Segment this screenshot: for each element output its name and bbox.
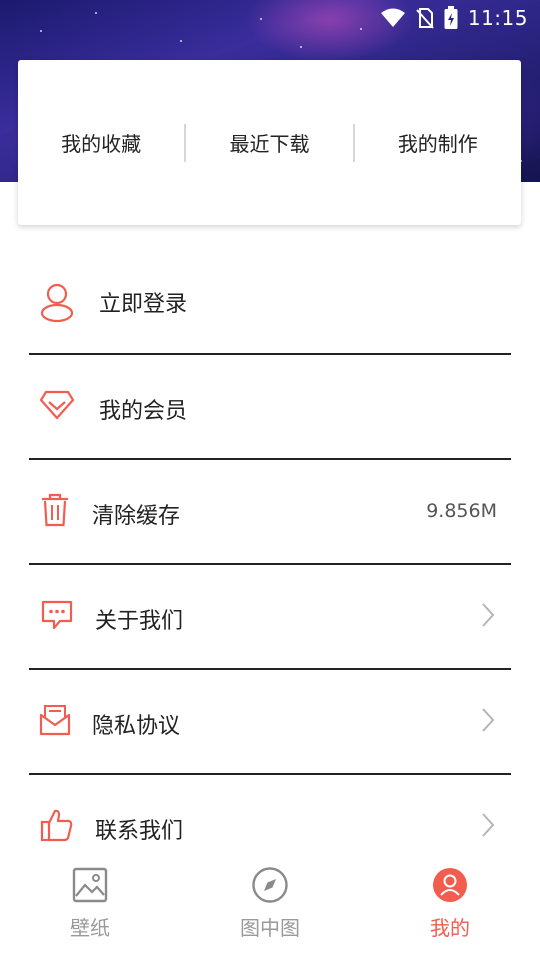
profile-icon	[431, 866, 469, 904]
diamond-icon	[39, 385, 75, 425]
user-icon	[39, 283, 75, 323]
menu-item-membership[interactable]: 我的会员	[29, 355, 511, 460]
cache-size: 9.856M	[426, 500, 497, 522]
tab-label: 我的	[430, 916, 470, 940]
chevron-right-icon	[482, 708, 495, 732]
tab-label: 壁纸	[70, 916, 110, 940]
tab-wallpaper[interactable]: 壁纸	[0, 856, 180, 960]
menu-item-clear-cache[interactable]: 清除缓存 9.856M	[29, 460, 511, 565]
envelope-icon	[37, 700, 73, 740]
no-sim-icon	[416, 8, 434, 29]
chevron-right-icon	[482, 603, 495, 627]
menu-item-login[interactable]: 立即登录	[29, 250, 511, 355]
trash-icon	[37, 490, 73, 530]
image-icon	[71, 866, 109, 904]
chevron-right-icon	[482, 813, 495, 837]
my-creations-button[interactable]: 我的制作	[355, 128, 521, 157]
tab-mine[interactable]: 我的	[360, 856, 540, 960]
tab-label: 图中图	[240, 916, 300, 940]
menu-item-label: 关于我们	[95, 609, 184, 634]
compass-icon	[251, 866, 289, 904]
menu-item-label: 我的会员	[99, 399, 188, 424]
menu-item-label: 联系我们	[95, 819, 184, 844]
my-favorites-button[interactable]: 我的收藏	[18, 128, 184, 157]
menu-item-label: 清除缓存	[92, 504, 181, 529]
status-bar: 11:15	[380, 4, 528, 32]
settings-menu: 立即登录 我的会员 清除缓存 9.856M 关于我们 隐私协议 联系我们	[29, 250, 511, 878]
bottom-tab-bar: 壁纸 图中图 我的	[0, 856, 540, 960]
recent-downloads-button[interactable]: 最近下载	[186, 128, 352, 157]
wifi-icon	[380, 8, 405, 27]
menu-item-label: 立即登录	[99, 292, 188, 317]
menu-item-about-us[interactable]: 关于我们	[29, 565, 511, 670]
tab-picture-in-picture[interactable]: 图中图	[180, 856, 360, 960]
thumbs-up-icon	[39, 805, 75, 845]
menu-item-privacy[interactable]: 隐私协议	[29, 670, 511, 775]
chat-bubble-icon	[39, 595, 75, 635]
battery-icon	[444, 6, 458, 29]
status-time: 11:15	[467, 6, 528, 30]
menu-item-label: 隐私协议	[92, 714, 181, 739]
quick-access-card: 我的收藏 最近下载 我的制作	[18, 60, 521, 225]
